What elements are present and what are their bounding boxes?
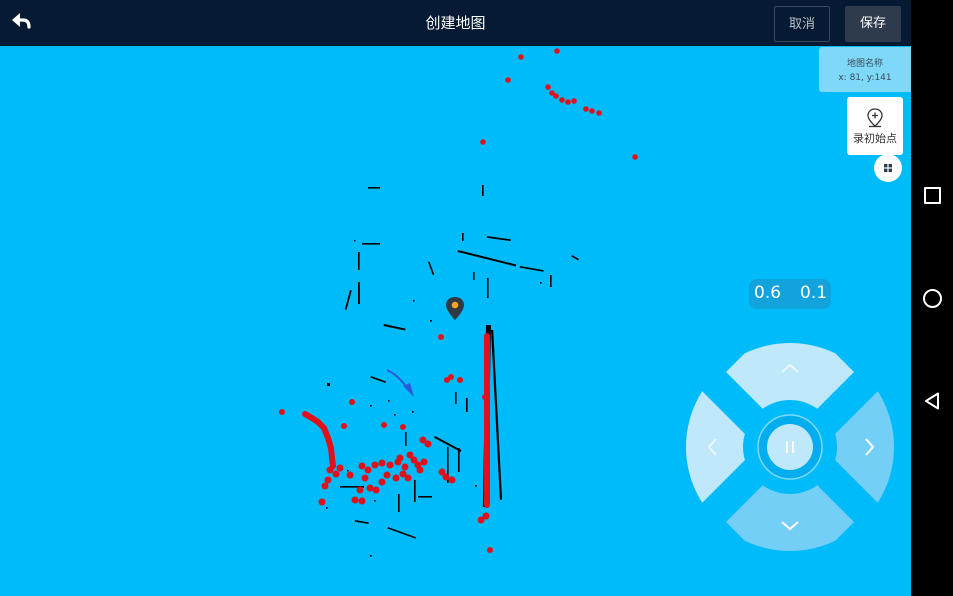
top-bar: 创建地图 取消 保存: [0, 0, 911, 46]
record-start-point-button[interactable]: 录初始点: [847, 97, 903, 155]
map-name-panel[interactable]: 地图名称 x: 81, y:141: [819, 47, 911, 92]
home-icon[interactable]: [923, 289, 942, 308]
grid-icon: [884, 164, 892, 172]
linear-speed-value: 0.6: [754, 283, 782, 303]
map-coordinates: x: 81, y:141: [838, 73, 892, 83]
back-icon[interactable]: [924, 392, 940, 410]
recent-apps-icon[interactable]: [924, 187, 941, 204]
location-pin-plus-icon: [867, 108, 883, 128]
robot-position-marker: [446, 297, 464, 320]
direction-joystick: [686, 343, 894, 551]
record-start-point-label: 录初始点: [853, 132, 897, 145]
save-button[interactable]: 保存: [845, 6, 901, 42]
map-name-label: 地图名称: [846, 59, 883, 69]
speed-display: 0.6 0.1: [749, 279, 831, 309]
map-editor-screen: 创建地图 取消 保存 地图名称 x: 81, y:141 录初始点 0.6 0.…: [0, 0, 911, 596]
angular-speed-value: 0.1: [800, 283, 828, 303]
heading-arrow: [386, 369, 414, 397]
cancel-button[interactable]: 取消: [774, 6, 830, 42]
grid-toggle-button[interactable]: [874, 154, 902, 182]
pause-button[interactable]: [757, 414, 823, 480]
